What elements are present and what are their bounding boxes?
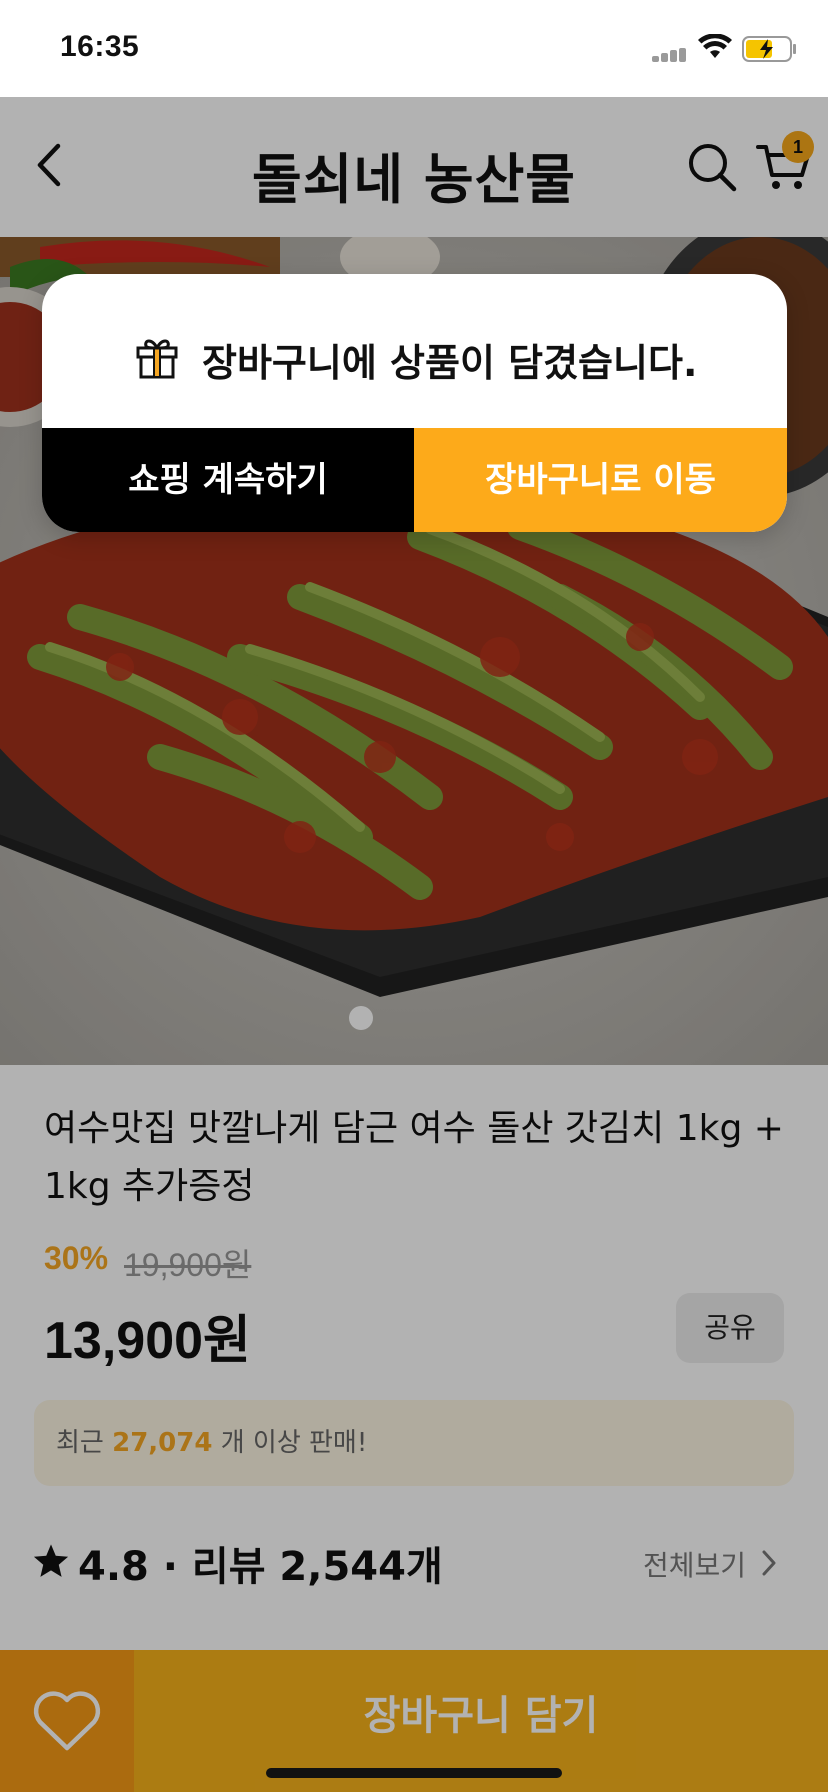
- status-time: 16:35: [60, 30, 140, 63]
- status-bar: 16:35: [0, 0, 828, 97]
- cart-added-dialog: 장바구니에 상품이 담겼습니다. 쇼핑 계속하기 장바구니로 이동: [42, 274, 787, 532]
- dialog-message-row: 장바구니에 상품이 담겼습니다.: [42, 274, 787, 428]
- home-indicator: [266, 1768, 562, 1778]
- dialog-message: 장바구니에 상품이 담겼습니다.: [202, 341, 698, 385]
- wifi-icon: [698, 34, 732, 58]
- gift-icon: [136, 339, 178, 379]
- go-to-cart-button[interactable]: 장바구니로 이동: [414, 428, 787, 532]
- signal-icon: [652, 48, 688, 62]
- continue-shopping-button[interactable]: 쇼핑 계속하기: [42, 428, 414, 532]
- battery-icon: [742, 36, 796, 62]
